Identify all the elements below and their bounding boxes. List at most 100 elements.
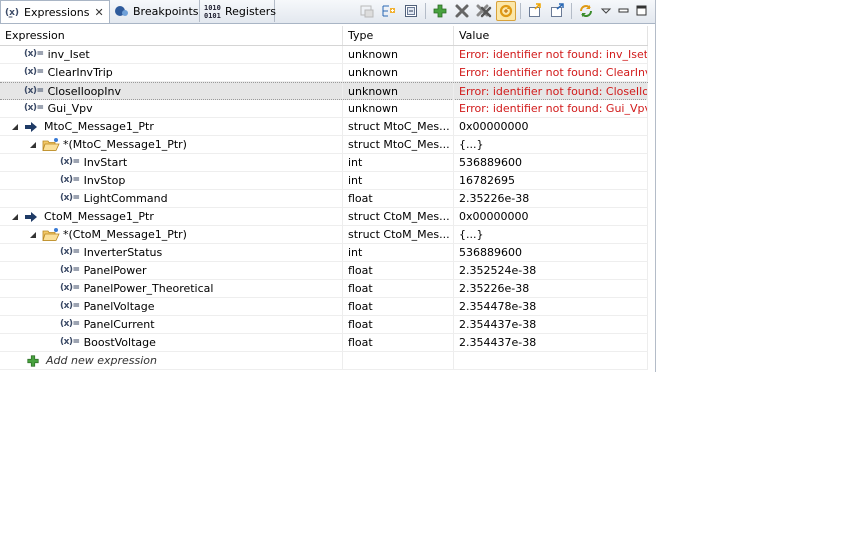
tab-registers[interactable]: 1010 0101 Registers xyxy=(200,0,276,22)
value-cell[interactable]: 536889600 xyxy=(454,244,648,261)
remove-expression-icon[interactable] xyxy=(452,1,472,21)
variable-icon: (x)= xyxy=(24,49,44,59)
value-cell[interactable]: 536889600 xyxy=(454,154,648,171)
remove-all-expressions-icon[interactable] xyxy=(474,1,494,21)
expression-cell[interactable]: (x)= PanelCurrent xyxy=(0,316,343,333)
svg-text:=: = xyxy=(8,14,13,20)
toolbar-separator xyxy=(520,3,521,19)
expression-cell[interactable]: *(MtoC_Message1_Ptr) xyxy=(0,136,343,153)
variable-icon: (x)= xyxy=(60,157,80,167)
expression-cell[interactable]: (x)= InvStop xyxy=(0,172,343,189)
expression-cell[interactable]: (x)= InvStart xyxy=(0,154,343,171)
error-value-cell[interactable]: Error: identifier not found: inv_Iset xyxy=(454,46,648,63)
error-value-cell[interactable]: Error: identifier not found: ClearInvTri… xyxy=(454,64,648,81)
table-row[interactable]: (x)= PanelCurrent float 2.354437e-38 xyxy=(0,316,648,334)
add-expression-icon[interactable] xyxy=(430,1,450,21)
expression-cell[interactable]: (x)= InverterStatus xyxy=(0,244,343,261)
collapse-all-icon[interactable] xyxy=(401,1,421,21)
variable-icon: (x)= xyxy=(60,283,80,293)
type-cell: float xyxy=(343,190,454,207)
value-cell[interactable]: 16782695 xyxy=(454,172,648,189)
expression-cell[interactable]: *(CtoM_Message1_Ptr) xyxy=(0,226,343,243)
expression-cell[interactable]: (x)= inv_Iset xyxy=(0,46,343,63)
value-cell[interactable]: {...} xyxy=(454,136,648,153)
expression-cell[interactable]: (x)= CloseIloopInv xyxy=(0,83,343,100)
expression-cell[interactable]: (x)= PanelPower_Theoretical xyxy=(0,280,343,297)
type-cell: float xyxy=(343,316,454,333)
refresh-icon[interactable] xyxy=(576,1,596,21)
collapse-twisty-icon[interactable] xyxy=(28,140,38,150)
expression-cell[interactable]: (x)= PanelPower xyxy=(0,262,343,279)
table-row[interactable]: MtoC_Message1_Ptr struct MtoC_Mes... 0x000… xyxy=(0,118,648,136)
type-cell: unknown xyxy=(343,100,454,117)
tab-expressions[interactable]: (x) = Expressions ✕ xyxy=(0,0,110,23)
table-row[interactable]: (x)= ClearInvTrip unknown Error: identifier… xyxy=(0,64,648,82)
value-cell[interactable]: 2.35226e-38 xyxy=(454,280,648,297)
expression-name: BoostVoltage xyxy=(83,336,156,349)
value-cell[interactable]: 0x00000000 xyxy=(454,208,648,225)
error-value-cell[interactable]: Error: identifier not found: Gui_Vpv xyxy=(454,100,648,117)
table-row[interactable]: *(MtoC_Message1_Ptr) struct MtoC_Mes... {.… xyxy=(0,136,648,154)
error-value-cell[interactable]: Error: identifier not found: CloseIloopI… xyxy=(454,83,648,100)
type-cell: float xyxy=(343,298,454,315)
continuous-refresh-icon[interactable] xyxy=(496,1,516,21)
collapse-twisty-icon[interactable] xyxy=(10,212,20,222)
tab-label: Breakpoints xyxy=(133,4,199,18)
table-row[interactable]: (x)= InvStop int 16782695 xyxy=(0,172,648,190)
table-row[interactable]: (x)= BoostVoltage float 2.354437e-38 xyxy=(0,334,648,352)
value-cell[interactable]: 2.354478e-38 xyxy=(454,298,648,315)
table-row[interactable]: (x)= InvStart int 536889600 xyxy=(0,154,648,172)
table-row[interactable]: (x)= Gui_Vpv unknown Error: identifier not … xyxy=(0,100,648,118)
minimize-icon[interactable] xyxy=(616,1,632,21)
add-new-expression-row[interactable]: Add new expression xyxy=(0,352,648,370)
value-cell[interactable]: 2.352524e-38 xyxy=(454,262,648,279)
import-icon[interactable] xyxy=(525,1,545,21)
table-row[interactable]: (x)= PanelVoltage float 2.354478e-38 xyxy=(0,298,648,316)
table-row[interactable]: (x)= inv_Iset unknown Error: identifier not… xyxy=(0,46,648,64)
expression-cell[interactable]: (x)= Gui_Vpv xyxy=(0,100,343,117)
view-menu-icon[interactable] xyxy=(598,1,614,21)
expressions-icon: (x) = xyxy=(5,4,21,21)
type-cell: int xyxy=(343,172,454,189)
expression-name: InvStart xyxy=(83,156,128,169)
value-cell[interactable]: 2.354437e-38 xyxy=(454,316,648,333)
column-header-value[interactable]: Value xyxy=(454,26,648,45)
value-cell[interactable]: {...} xyxy=(454,226,648,243)
type-cell: float xyxy=(343,280,454,297)
variable-icon: (x)= xyxy=(60,175,80,185)
expression-name: PanelPower xyxy=(83,264,147,277)
add-plus-icon xyxy=(26,354,40,368)
expression-cell[interactable]: (x)= BoostVoltage xyxy=(0,334,343,351)
table-row[interactable]: (x)= PanelPower_Theoretical float 2.35226e-… xyxy=(0,280,648,298)
value-cell[interactable]: 0x00000000 xyxy=(454,118,648,135)
close-tab-icon[interactable]: ✕ xyxy=(94,6,103,19)
table-row[interactable]: (x)= LightCommand float 2.35226e-38 xyxy=(0,190,648,208)
expression-cell[interactable]: (x)= ClearInvTrip xyxy=(0,64,343,81)
registers-icon: 1010 0101 xyxy=(204,3,222,20)
table-row[interactable]: (x)= CloseIloopInv unknown Error: identifie… xyxy=(0,82,648,100)
value-cell[interactable]: 2.354437e-38 xyxy=(454,334,648,351)
expression-cell[interactable]: MtoC_Message1_Ptr xyxy=(0,118,343,135)
table-row[interactable]: (x)= PanelPower float 2.352524e-38 xyxy=(0,262,648,280)
expression-cell[interactable]: Add new expression xyxy=(0,352,343,369)
export-icon[interactable] xyxy=(547,1,567,21)
type-cell: struct MtoC_Mes... xyxy=(343,136,454,153)
expression-cell[interactable]: (x)= PanelVoltage xyxy=(0,298,343,315)
pointer-arrow-icon xyxy=(24,120,38,134)
column-header-expression[interactable]: Expression xyxy=(0,26,343,45)
table-row[interactable]: *(CtoM_Message1_Ptr) struct CtoM_Mes... {.… xyxy=(0,226,648,244)
expression-cell[interactable]: (x)= LightCommand xyxy=(0,190,343,207)
type-cell: int xyxy=(343,154,454,171)
collapse-twisty-icon[interactable] xyxy=(28,230,38,240)
table-row[interactable]: (x)= InverterStatus int 536889600 xyxy=(0,244,648,262)
maximize-icon[interactable] xyxy=(634,1,650,21)
column-header-type[interactable]: Type xyxy=(343,26,454,45)
expand-all-icon[interactable] xyxy=(379,1,399,21)
collapse-twisty-icon[interactable] xyxy=(10,122,20,132)
value-cell[interactable]: 2.35226e-38 xyxy=(454,190,648,207)
table-row[interactable]: CtoM_Message1_Ptr struct CtoM_Mes... 0x000… xyxy=(0,208,648,226)
tab-label: Expressions xyxy=(24,5,90,19)
expression-cell[interactable]: CtoM_Message1_Ptr xyxy=(0,208,343,225)
tab-breakpoints[interactable]: Breakpoints xyxy=(110,0,200,22)
